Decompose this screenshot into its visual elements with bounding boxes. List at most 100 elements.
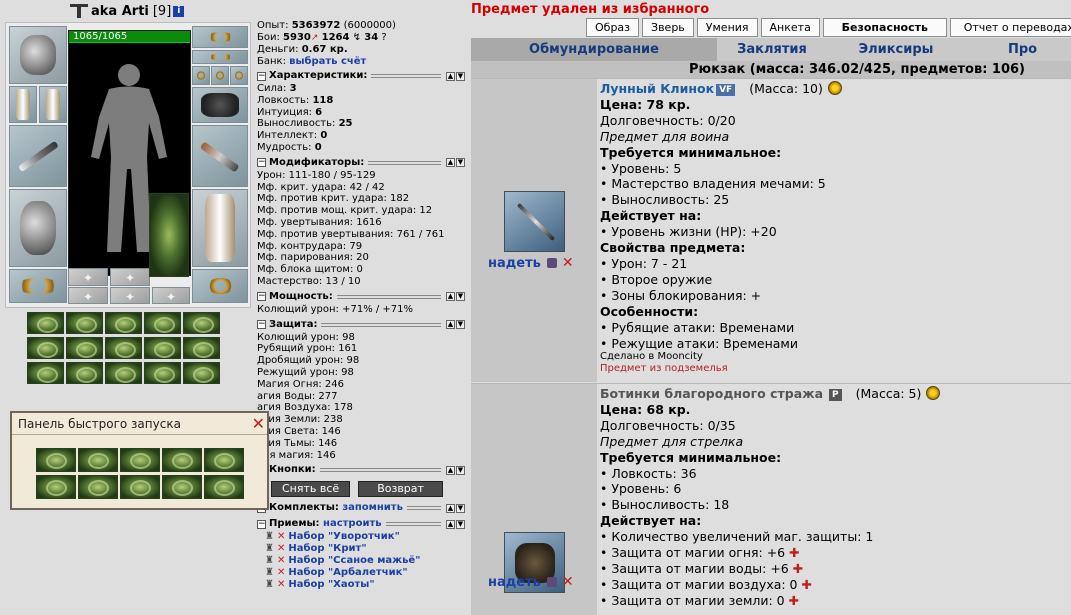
collapse-icon: − <box>257 70 266 81</box>
modifier-row: Мф. парирования: 20 <box>257 252 369 264</box>
tricks-configure-link[interactable]: настроить <box>323 518 382 530</box>
tab-equipment[interactable]: Обмундирование <box>471 38 717 62</box>
belt-cell[interactable] <box>66 312 103 334</box>
tab-spells[interactable]: Заклятия <box>717 38 827 62</box>
belt-cell[interactable] <box>105 337 142 359</box>
return-button[interactable]: Возврат <box>358 481 443 498</box>
belt-cell[interactable] <box>27 337 64 359</box>
trick-set-item[interactable]: ♜ ✕ Набор "Уворотчик" <box>265 531 465 543</box>
belt-cell[interactable] <box>144 312 181 334</box>
amulet-slot[interactable] <box>192 26 248 48</box>
tricks-header[interactable]: − Приемы: настроить ▲ ▼ <box>257 517 465 531</box>
quick-slot[interactable] <box>162 475 202 499</box>
item-image[interactable] <box>504 191 565 252</box>
delete-icon[interactable]: ✕ <box>562 255 574 271</box>
shirt-icon[interactable] <box>546 258 557 268</box>
wear-button[interactable]: надеть <box>488 256 541 271</box>
info-icon[interactable]: i <box>173 5 185 17</box>
item-badge: VF <box>716 84 736 96</box>
armor-slot[interactable] <box>9 189 67 267</box>
boots-slot[interactable] <box>192 269 248 303</box>
item-name[interactable]: Лунный Клинок <box>600 81 714 96</box>
bracer-slot-left[interactable] <box>9 86 37 123</box>
powers-header[interactable]: − Мощность: ▲ ▼ <box>257 290 465 304</box>
pet-button[interactable]: Зверь <box>642 18 694 37</box>
weapon-slot-left[interactable] <box>9 125 67 187</box>
helmet-slot[interactable] <box>9 26 67 84</box>
image-button[interactable]: Образ <box>586 18 640 37</box>
sword-icon <box>199 141 241 174</box>
belt-cell[interactable] <box>66 362 103 384</box>
clan-sign-icon[interactable] <box>68 2 90 20</box>
ring-slot-3[interactable] <box>230 66 248 85</box>
ring-icon <box>235 71 243 80</box>
quick-slot[interactable] <box>120 448 160 472</box>
trick-set-item[interactable]: ♜ ✕ Набор "Арбалетчик" <box>265 567 465 579</box>
wear-button[interactable]: надеть <box>488 575 541 590</box>
rune-slot-2[interactable] <box>110 268 150 286</box>
requirement: • Выносливость: 25 <box>600 192 730 208</box>
shirt-icon[interactable] <box>546 577 557 587</box>
plus-icon[interactable]: ✚ <box>789 545 799 560</box>
plus-icon[interactable]: ✚ <box>789 593 799 608</box>
coin-icon[interactable] <box>827 81 842 95</box>
belt-slot[interactable] <box>9 269 67 303</box>
trick-set-item[interactable]: ♜ ✕ Набор "Хаоты" <box>265 579 465 591</box>
acts-title: Действует на: <box>600 513 702 529</box>
protection-header[interactable]: − Защита: ▲ ▼ <box>257 318 465 332</box>
skills-button[interactable]: Умения <box>696 18 758 37</box>
tab-elixirs[interactable]: Эликсиры <box>827 38 965 62</box>
security-button[interactable]: Безопасность <box>822 18 947 37</box>
quick-slot[interactable] <box>204 448 244 472</box>
character-nick[interactable]: aka Arti <box>91 4 149 19</box>
transfer-report-button[interactable]: Отчет о переводах <box>949 18 1071 37</box>
undress-button[interactable]: Снять всё <box>271 481 351 498</box>
belt-cell[interactable] <box>144 337 181 359</box>
profile-button[interactable]: Анкета <box>760 18 820 37</box>
belt-cell[interactable] <box>183 362 220 384</box>
belt-cell[interactable] <box>27 362 64 384</box>
quick-slot[interactable] <box>36 475 76 499</box>
belt-cell[interactable] <box>105 312 142 334</box>
belt-cell[interactable] <box>105 362 142 384</box>
delete-icon[interactable]: ✕ <box>562 574 574 590</box>
rune-slot-4[interactable] <box>110 287 150 304</box>
legs-slot[interactable] <box>192 189 248 267</box>
quick-slot[interactable] <box>36 448 76 472</box>
quick-slot[interactable] <box>162 448 202 472</box>
characteristics-header[interactable]: − Характеристики: ▲ ▼ <box>257 69 465 83</box>
bracer-slot-right[interactable] <box>39 86 67 123</box>
belt-cell[interactable] <box>27 312 64 334</box>
close-icon[interactable]: ✕ <box>252 414 265 433</box>
belt-cell[interactable] <box>144 362 181 384</box>
modifiers-header[interactable]: − Модификаторы: ▲ ▼ <box>257 156 465 170</box>
quick-slot[interactable] <box>204 475 244 499</box>
gloves-slot[interactable] <box>192 87 248 123</box>
quick-slot[interactable] <box>120 475 160 499</box>
quick-slot[interactable] <box>78 448 118 472</box>
plus-icon[interactable]: ✚ <box>793 561 803 576</box>
quick-slot[interactable] <box>78 475 118 499</box>
earring-slot[interactable] <box>192 50 248 64</box>
shield-slot[interactable] <box>149 193 189 277</box>
belt-cell[interactable] <box>183 312 220 334</box>
belt-cell[interactable] <box>66 337 103 359</box>
sets-header[interactable]: +Комплекты: запомнить▲▼ <box>257 501 465 515</box>
rune-slot-3[interactable] <box>68 287 108 304</box>
stat-row: Выносливость: 25 <box>257 118 353 130</box>
plus-icon[interactable]: ✚ <box>802 577 812 592</box>
ring-slot-1[interactable] <box>192 66 210 85</box>
rune-slot-1[interactable] <box>68 268 108 286</box>
belt-cell[interactable] <box>183 337 220 359</box>
trick-set-item[interactable]: ♜ ✕ Набор "Ссаное мажьё" <box>265 555 465 567</box>
ring-slot-2[interactable] <box>211 66 229 85</box>
rune-slot-5[interactable] <box>152 287 190 304</box>
sets-remember-link[interactable]: запомнить <box>342 502 403 514</box>
tab-other[interactable]: Про <box>965 38 1071 62</box>
trick-set-item[interactable]: ♜ ✕ Набор "Крит" <box>265 543 465 555</box>
item-name[interactable]: Ботинки благородного стража <box>600 386 823 401</box>
bank-select-link[interactable]: выбрать счёт <box>289 56 366 67</box>
buttons-header[interactable]: −Кнопки:▲▼ <box>257 463 465 477</box>
coin-icon[interactable] <box>926 386 941 400</box>
weapon-slot-right[interactable] <box>192 125 248 187</box>
